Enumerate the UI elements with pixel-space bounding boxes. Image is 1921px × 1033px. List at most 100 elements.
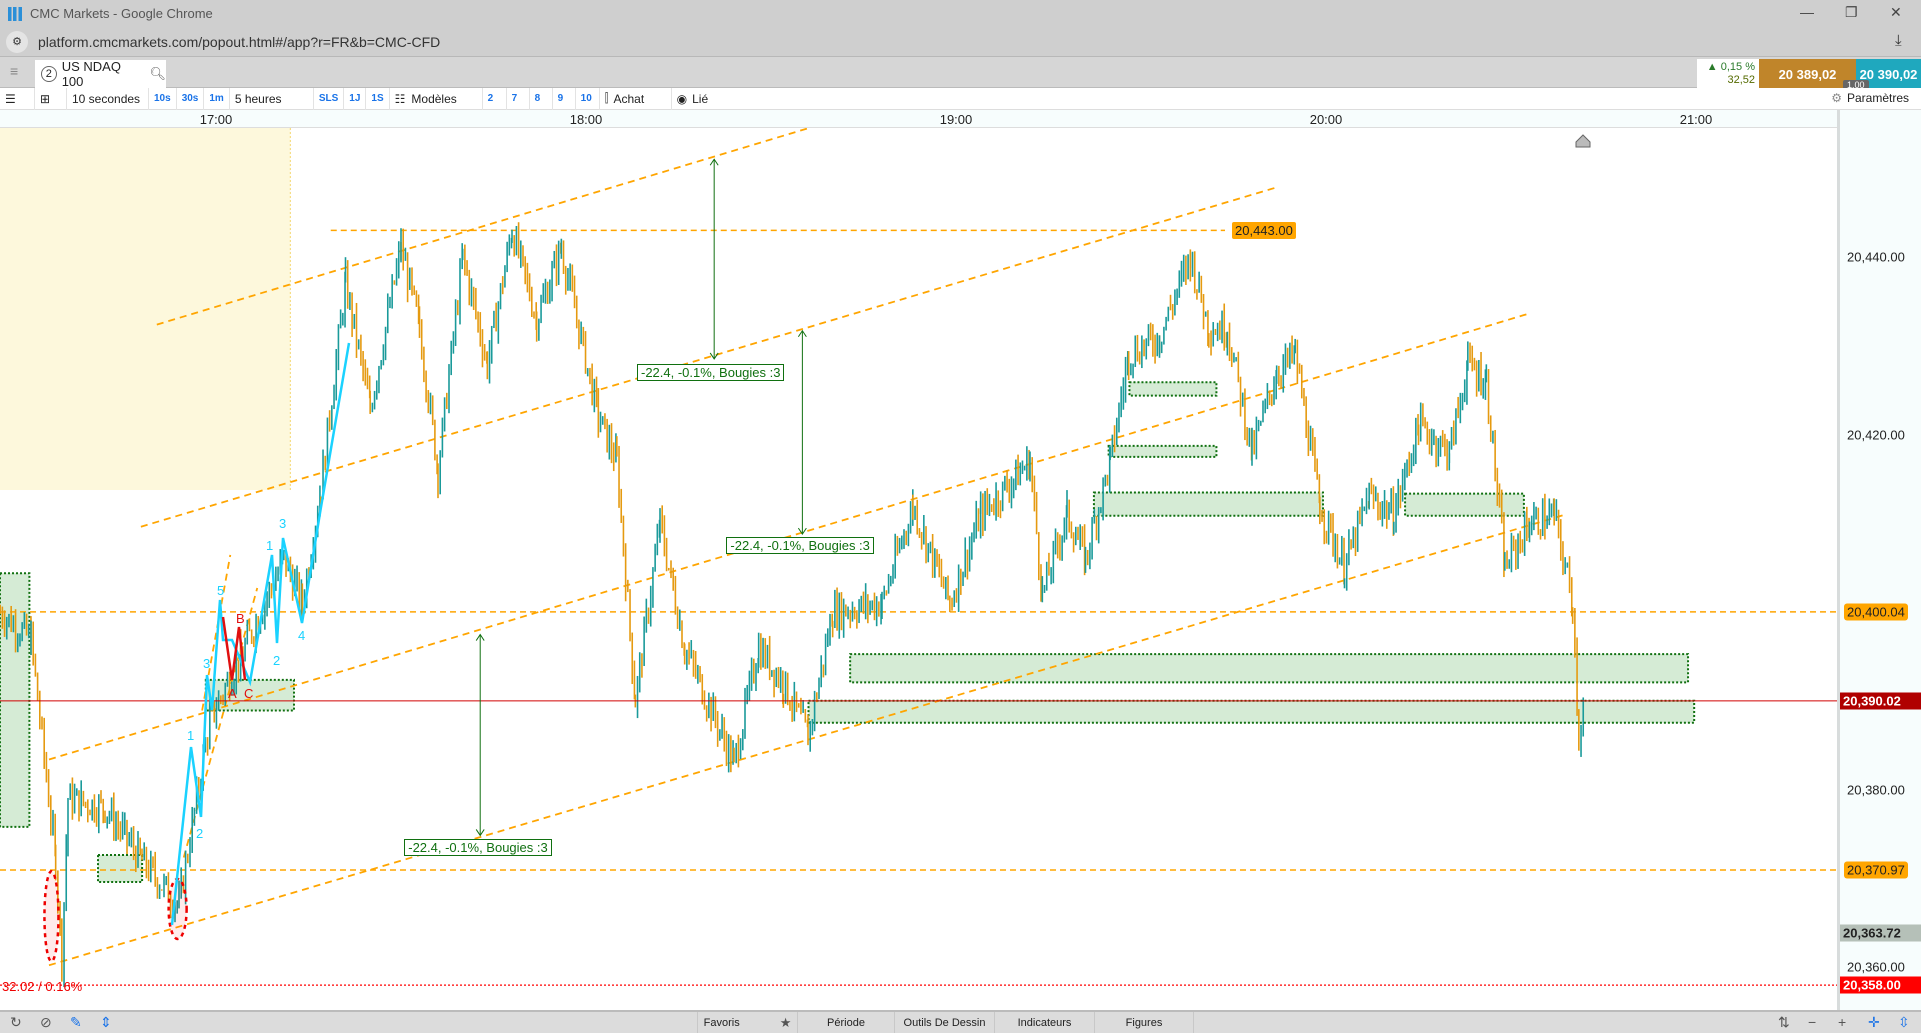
- close-icon[interactable]: ✕: [1890, 4, 1902, 21]
- link-label: Lié: [692, 91, 709, 106]
- candles-icon: ⫿: [604, 91, 609, 105]
- range-1s[interactable]: 1S: [366, 87, 390, 110]
- support-zone: [849, 653, 1690, 684]
- price-tick: 20,440.00: [1847, 249, 1905, 265]
- range-select[interactable]: 5 heures: [230, 87, 314, 110]
- settings-label: Paramètres: [1846, 91, 1909, 105]
- low-price-label: 20,358.00: [1840, 976, 1921, 994]
- bottom-bar: ↻ ⊘ ✎ ⇕ Favoris ★ Période Outils De Dessi…: [0, 1010, 1921, 1033]
- template-9[interactable]: 9: [553, 87, 576, 110]
- tab-drawing-tools[interactable]: Outils De Dessin: [894, 1012, 994, 1033]
- tab-figures[interactable]: Figures: [1094, 1012, 1194, 1033]
- support-zone: [1092, 491, 1325, 517]
- cancel-icon[interactable]: ⊘: [40, 1014, 52, 1031]
- minimize-icon[interactable]: —: [1800, 4, 1814, 20]
- restore-icon[interactable]: ❐: [1845, 4, 1858, 21]
- range-sls[interactable]: SLS: [314, 87, 345, 110]
- app-logo-icon: [8, 6, 22, 21]
- zoom-in-icon[interactable]: +: [1838, 1014, 1846, 1030]
- instrument-tab[interactable]: 2 US NDAQ 100 🔍︎: [35, 59, 166, 89]
- low-marker-ellipse: [167, 877, 188, 941]
- crosshair-icon[interactable]: ✛: [1868, 1014, 1880, 1031]
- channel-line: [140, 186, 1277, 528]
- buy-chart-button[interactable]: ⫿ Achat: [600, 87, 672, 110]
- tab-row: ≡ 2 US NDAQ 100 🔍︎: [0, 57, 1921, 89]
- wave-label: 3: [279, 516, 286, 531]
- wave-label: 4: [298, 628, 305, 643]
- link-button[interactable]: ◉ Lié: [672, 88, 714, 110]
- interval-select[interactable]: 10 secondes: [67, 87, 149, 110]
- support-zone: [1107, 444, 1218, 458]
- templates-label: Modèles: [411, 91, 457, 106]
- marker-price-label: 20,363.72: [1840, 924, 1921, 942]
- change-pts: 32,52: [1727, 74, 1755, 86]
- wave-label-red: B: [236, 611, 245, 626]
- site-settings-icon[interactable]: ⚙: [6, 30, 28, 53]
- price-tick: 20,420.00: [1847, 427, 1905, 443]
- support-zone: [1128, 381, 1218, 397]
- pencil-icon[interactable]: ✎: [70, 1014, 82, 1031]
- home-marker-icon: [1575, 134, 1591, 148]
- buy-label: Achat: [613, 91, 645, 106]
- download-icon[interactable]: ⤓: [1895, 32, 1902, 49]
- scale-icon[interactable]: ⇳: [1898, 1014, 1910, 1031]
- support-zone: [1404, 492, 1525, 517]
- template-2[interactable]: 2: [483, 87, 507, 110]
- list-icon[interactable]: ☰: [0, 87, 35, 110]
- wave-label-red: C: [244, 686, 253, 701]
- wave-label: 1: [266, 538, 273, 553]
- wave-line-red: [221, 616, 247, 681]
- price-chart[interactable]: 1 2 3 5 1 2 3 4 A B C: [0, 128, 1837, 1010]
- price-tick: 20,380.00: [1847, 782, 1905, 798]
- measure-label: -22.4, -0.1%, Bougies :3: [404, 839, 552, 857]
- interval-30s[interactable]: 30s: [177, 87, 205, 110]
- quote-panel: ▲ 0,15 % 32,52 20 389,02 20 390,02: [1697, 59, 1921, 89]
- chart-toolbar: ☰ ⊞ 10 secondes 10s 30s 1m 5 heures SLS …: [0, 87, 1921, 110]
- time-tick: 21:00: [1679, 112, 1713, 127]
- template-7[interactable]: 7: [507, 87, 530, 110]
- url-text[interactable]: platform.cmcmarkets.com/popout.html#/app…: [38, 34, 440, 50]
- eye-icon: ◉: [676, 91, 688, 106]
- sell-button[interactable]: 20 389,02: [1759, 59, 1856, 89]
- window-title: CMC Markets - Google Chrome: [30, 6, 213, 21]
- wave-label: 2: [273, 653, 280, 668]
- template-8[interactable]: 8: [530, 87, 553, 110]
- price-axis[interactable]: 20,440.00 20,420.00 20,380.00 20,360.00 …: [1837, 110, 1921, 1010]
- measure-label: -22.4, -0.1%, Bougies :3: [726, 536, 874, 554]
- range-1j[interactable]: 1J: [344, 87, 367, 110]
- time-tick: 19:00: [939, 112, 973, 127]
- refresh-icon[interactable]: ↻: [10, 1014, 22, 1031]
- fit-icon[interactable]: ⇅: [1778, 1014, 1790, 1031]
- highlight-box: [0, 128, 291, 490]
- interval-1m[interactable]: 1m: [204, 87, 230, 110]
- sort-icon[interactable]: ⇕: [100, 1014, 112, 1031]
- measure-label: -22.4, -0.1%, Bougies :3: [637, 363, 785, 381]
- wave-label: 2: [196, 826, 203, 841]
- zoom-out-icon[interactable]: −: [1808, 1014, 1816, 1030]
- interval-10s[interactable]: 10s: [149, 87, 177, 110]
- layout-grid-icon[interactable]: ⊞: [35, 87, 67, 110]
- address-bar[interactable]: ⚙ platform.cmcmarkets.com/popout.html#/a…: [0, 27, 1921, 57]
- support-zone: [807, 699, 1696, 724]
- star-icon: ★: [779, 1014, 792, 1030]
- tab-indicators[interactable]: Indicateurs: [994, 1012, 1094, 1033]
- range-label: 32.02 / 0.16%: [2, 979, 83, 994]
- search-icon[interactable]: 🔍︎: [149, 66, 166, 82]
- tab-periode[interactable]: Période: [797, 1012, 894, 1033]
- top-level-label: 20,443.00: [1232, 222, 1296, 239]
- template-10[interactable]: 10: [576, 87, 600, 110]
- level-label-lower: 20,370.97: [1844, 861, 1908, 879]
- change-pct: ▲ 0,15 %: [1706, 61, 1755, 73]
- time-tick: 20:00: [1309, 112, 1343, 127]
- sliders-icon: ☷: [394, 91, 406, 106]
- level-label-upper: 20,400.04: [1844, 603, 1908, 621]
- title-bar: CMC Markets - Google Chrome — ❐ ✕: [0, 0, 1921, 27]
- menu-icon[interactable]: ≡: [10, 63, 18, 79]
- tab-favoris[interactable]: Favoris ★: [697, 1012, 797, 1033]
- current-price-label: 20,390.02: [1840, 692, 1921, 710]
- wave-label-red: A: [228, 686, 237, 701]
- settings-button[interactable]: ⚙ Paramètres: [1831, 91, 1909, 105]
- instrument-name: US NDAQ 100: [61, 59, 121, 89]
- templates-button[interactable]: ☷ Modèles: [390, 87, 483, 110]
- price-tick: 20,360.00: [1847, 959, 1905, 975]
